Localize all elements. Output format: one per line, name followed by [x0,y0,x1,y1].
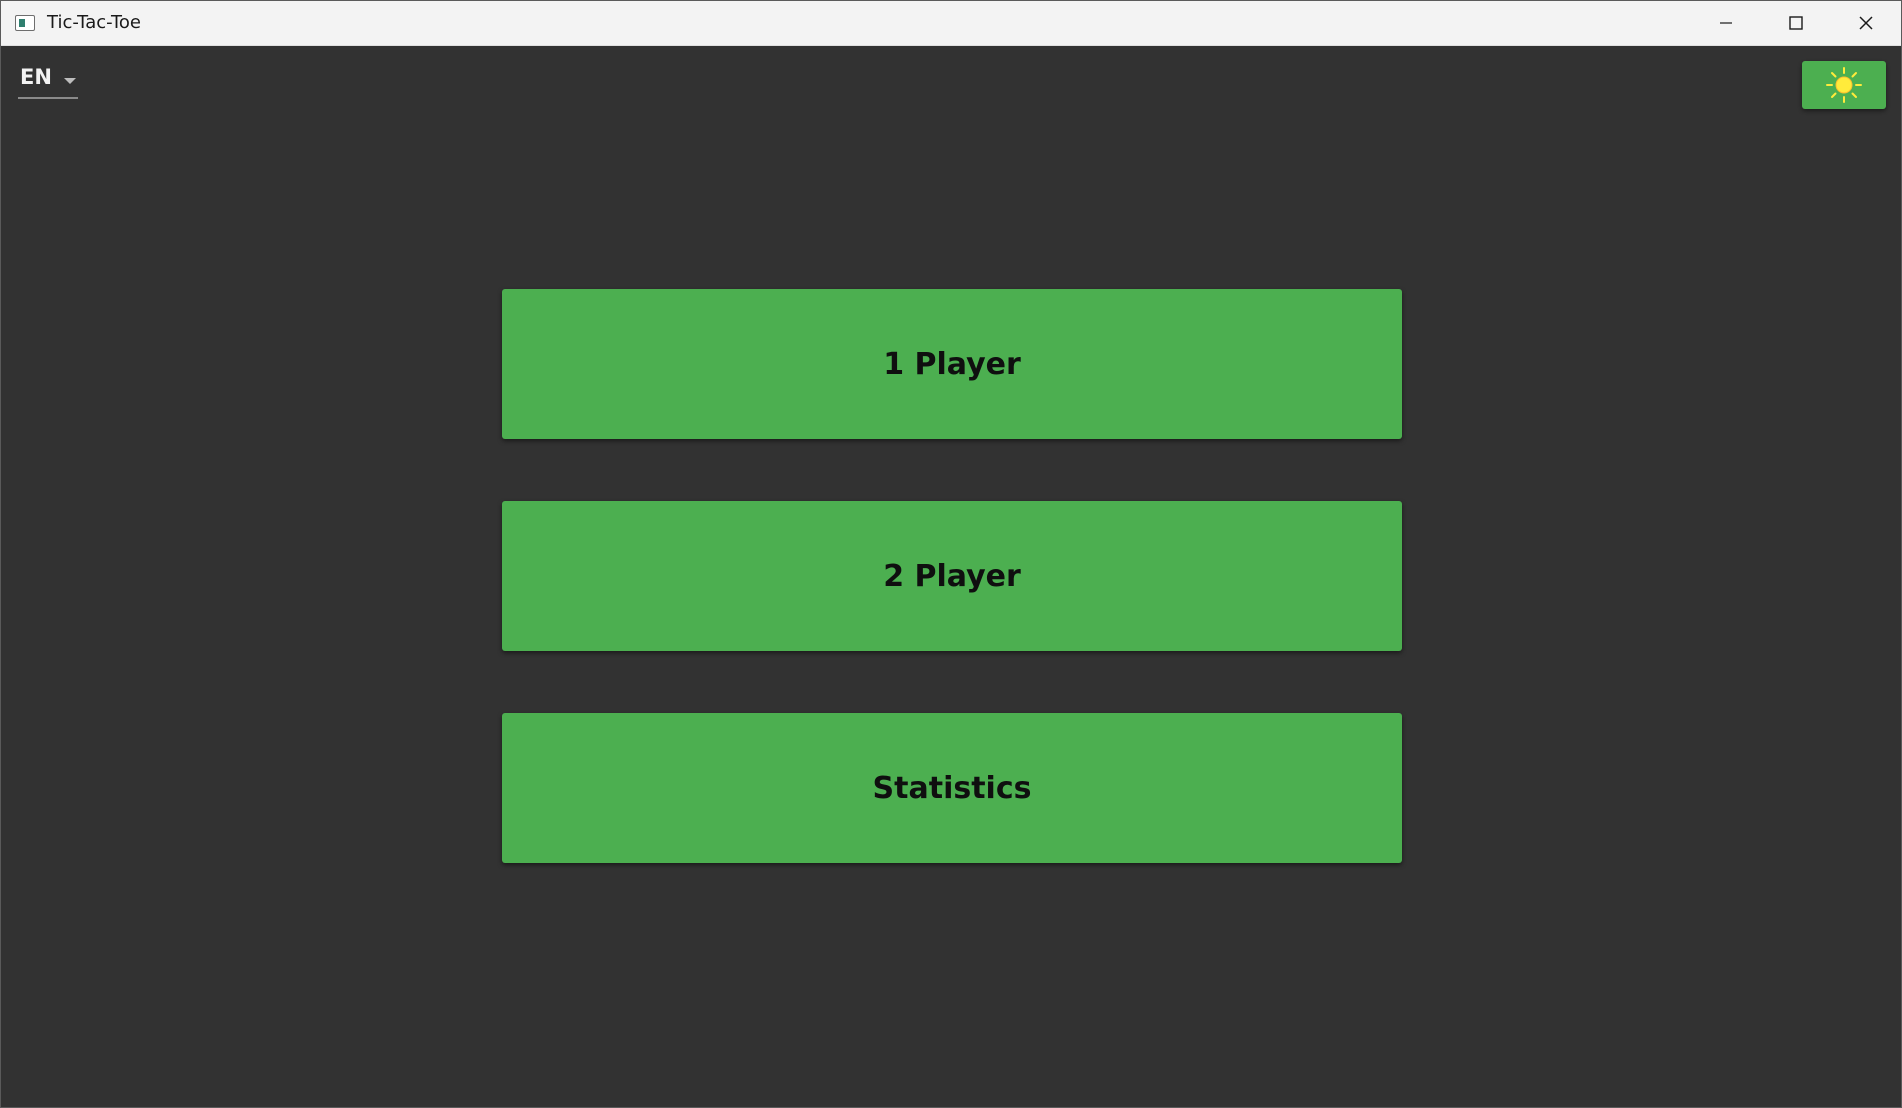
statistics-button[interactable]: Statistics [502,713,1402,863]
language-select[interactable]: EN [18,63,78,99]
sun-icon [1826,67,1862,103]
app-window-icon [15,15,35,31]
statistics-button-label: Statistics [872,770,1032,806]
app-window: Tic-Tac-Toe EN 1 Player 2 Player Statist… [0,0,1902,1108]
minimize-icon [1720,22,1732,24]
theme-toggle-button[interactable] [1802,61,1886,109]
title-bar[interactable]: Tic-Tac-Toe [1,1,1901,46]
minimize-button[interactable] [1691,1,1761,45]
window-title: Tic-Tac-Toe [47,12,141,33]
maximize-button[interactable] [1761,1,1831,45]
two-player-button[interactable]: 2 Player [502,501,1402,651]
one-player-button-label: 1 Player [883,346,1021,382]
close-button[interactable] [1831,1,1901,45]
one-player-button[interactable]: 1 Player [502,289,1402,439]
close-icon [1859,16,1873,30]
chevron-down-icon [64,78,76,84]
language-selected-value: EN [20,65,52,89]
two-player-button-label: 2 Player [883,558,1021,594]
maximize-icon [1789,16,1803,30]
